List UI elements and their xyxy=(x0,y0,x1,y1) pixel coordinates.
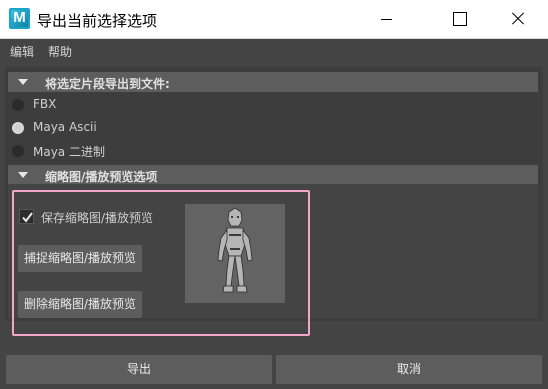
radio-button-icon[interactable] xyxy=(12,99,24,111)
export-section-header[interactable]: 将选定片段导出到文件: xyxy=(8,72,538,92)
radio-button-selected-icon[interactable] xyxy=(12,122,24,134)
maya-app-icon: M xyxy=(9,8,30,29)
window-title: 导出当前选择选项 xyxy=(37,12,158,30)
highlight-box xyxy=(12,190,310,336)
radio-label: Maya Ascii xyxy=(33,120,97,134)
minimize-icon[interactable] xyxy=(364,0,410,38)
collapse-triangle-icon xyxy=(18,79,28,85)
collapse-triangle-icon xyxy=(18,172,28,178)
menu-bar: 编辑 帮助 xyxy=(0,39,548,61)
close-icon[interactable] xyxy=(494,0,540,38)
thumbnail-section-title: 缩略图/播放预览选项 xyxy=(45,170,158,184)
radio-label: FBX xyxy=(33,97,57,111)
title-bar: M 导出当前选择选项 xyxy=(0,0,548,39)
menu-edit[interactable]: 编辑 xyxy=(10,43,34,60)
export-button[interactable]: 导出 xyxy=(6,355,272,384)
radio-label: Maya 二进制 xyxy=(33,145,105,159)
thumbnail-section-header[interactable]: 缩略图/播放预览选项 xyxy=(8,165,538,185)
radio-button-icon[interactable] xyxy=(12,145,24,157)
maximize-icon[interactable] xyxy=(435,0,481,38)
menu-help[interactable]: 帮助 xyxy=(48,43,72,60)
cancel-button[interactable]: 取消 xyxy=(276,355,542,384)
export-section-title: 将选定片段导出到文件: xyxy=(45,77,170,91)
